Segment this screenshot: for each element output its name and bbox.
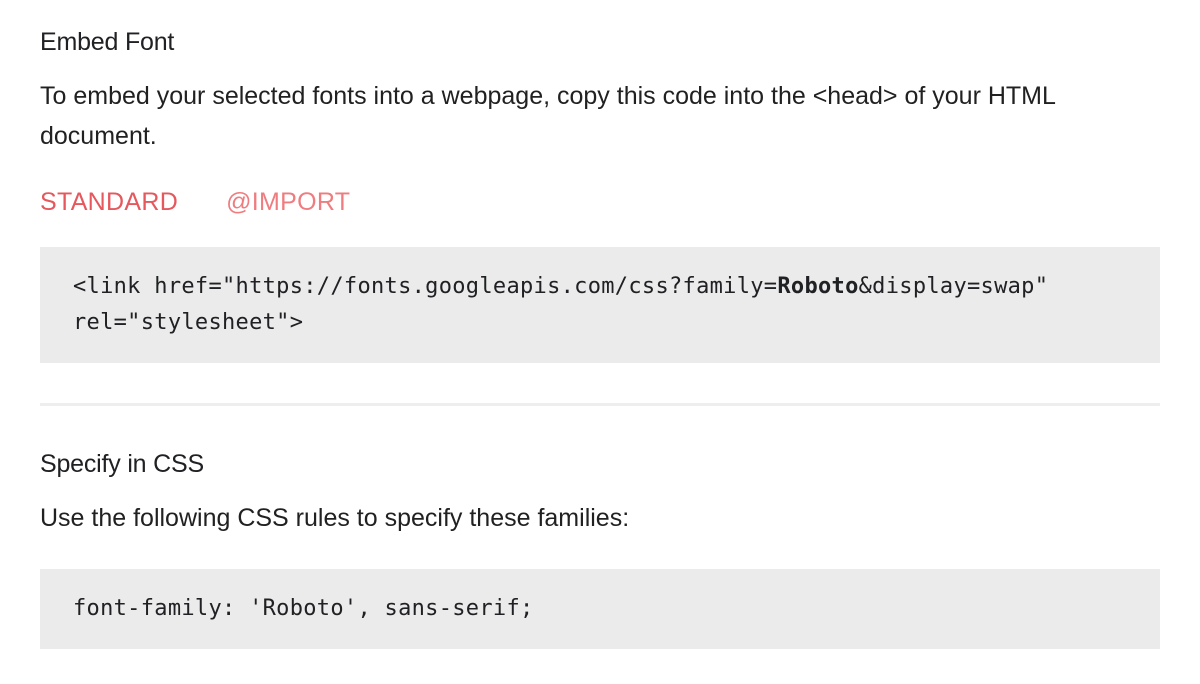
embed-code-family: Roboto [777, 274, 859, 299]
section-divider [40, 403, 1160, 406]
tab-standard[interactable]: STANDARD [40, 184, 178, 220]
embed-font-heading: Embed Font [40, 28, 175, 56]
specify-css-description: Use the following CSS rules to specify t… [40, 504, 630, 532]
css-code-line: font-family: 'Roboto', sans-serif; [73, 596, 534, 621]
embed-code-line-1: <link href="https://fonts.googleapis.com… [73, 269, 1160, 305]
embed-font-description: To embed your selected fonts into a webp… [40, 82, 1055, 150]
font-embed-panel: Embed Font To embed your selected fonts … [0, 0, 1200, 684]
tab-import[interactable]: @IMPORT [226, 184, 350, 220]
embed-code-suffix: &display=swap" [858, 274, 1049, 299]
embed-code-block[interactable]: <link href="https://fonts.googleapis.com… [40, 247, 1160, 363]
css-code-block[interactable]: font-family: 'Roboto', sans-serif; [40, 569, 1160, 649]
embed-tabs: STANDARD @IMPORT [40, 184, 350, 220]
embed-code-prefix: <link href="https://fonts.googleapis.com… [73, 274, 778, 299]
specify-css-heading: Specify in CSS [40, 450, 204, 478]
embed-code-line-2: rel="stylesheet"> [73, 310, 304, 335]
